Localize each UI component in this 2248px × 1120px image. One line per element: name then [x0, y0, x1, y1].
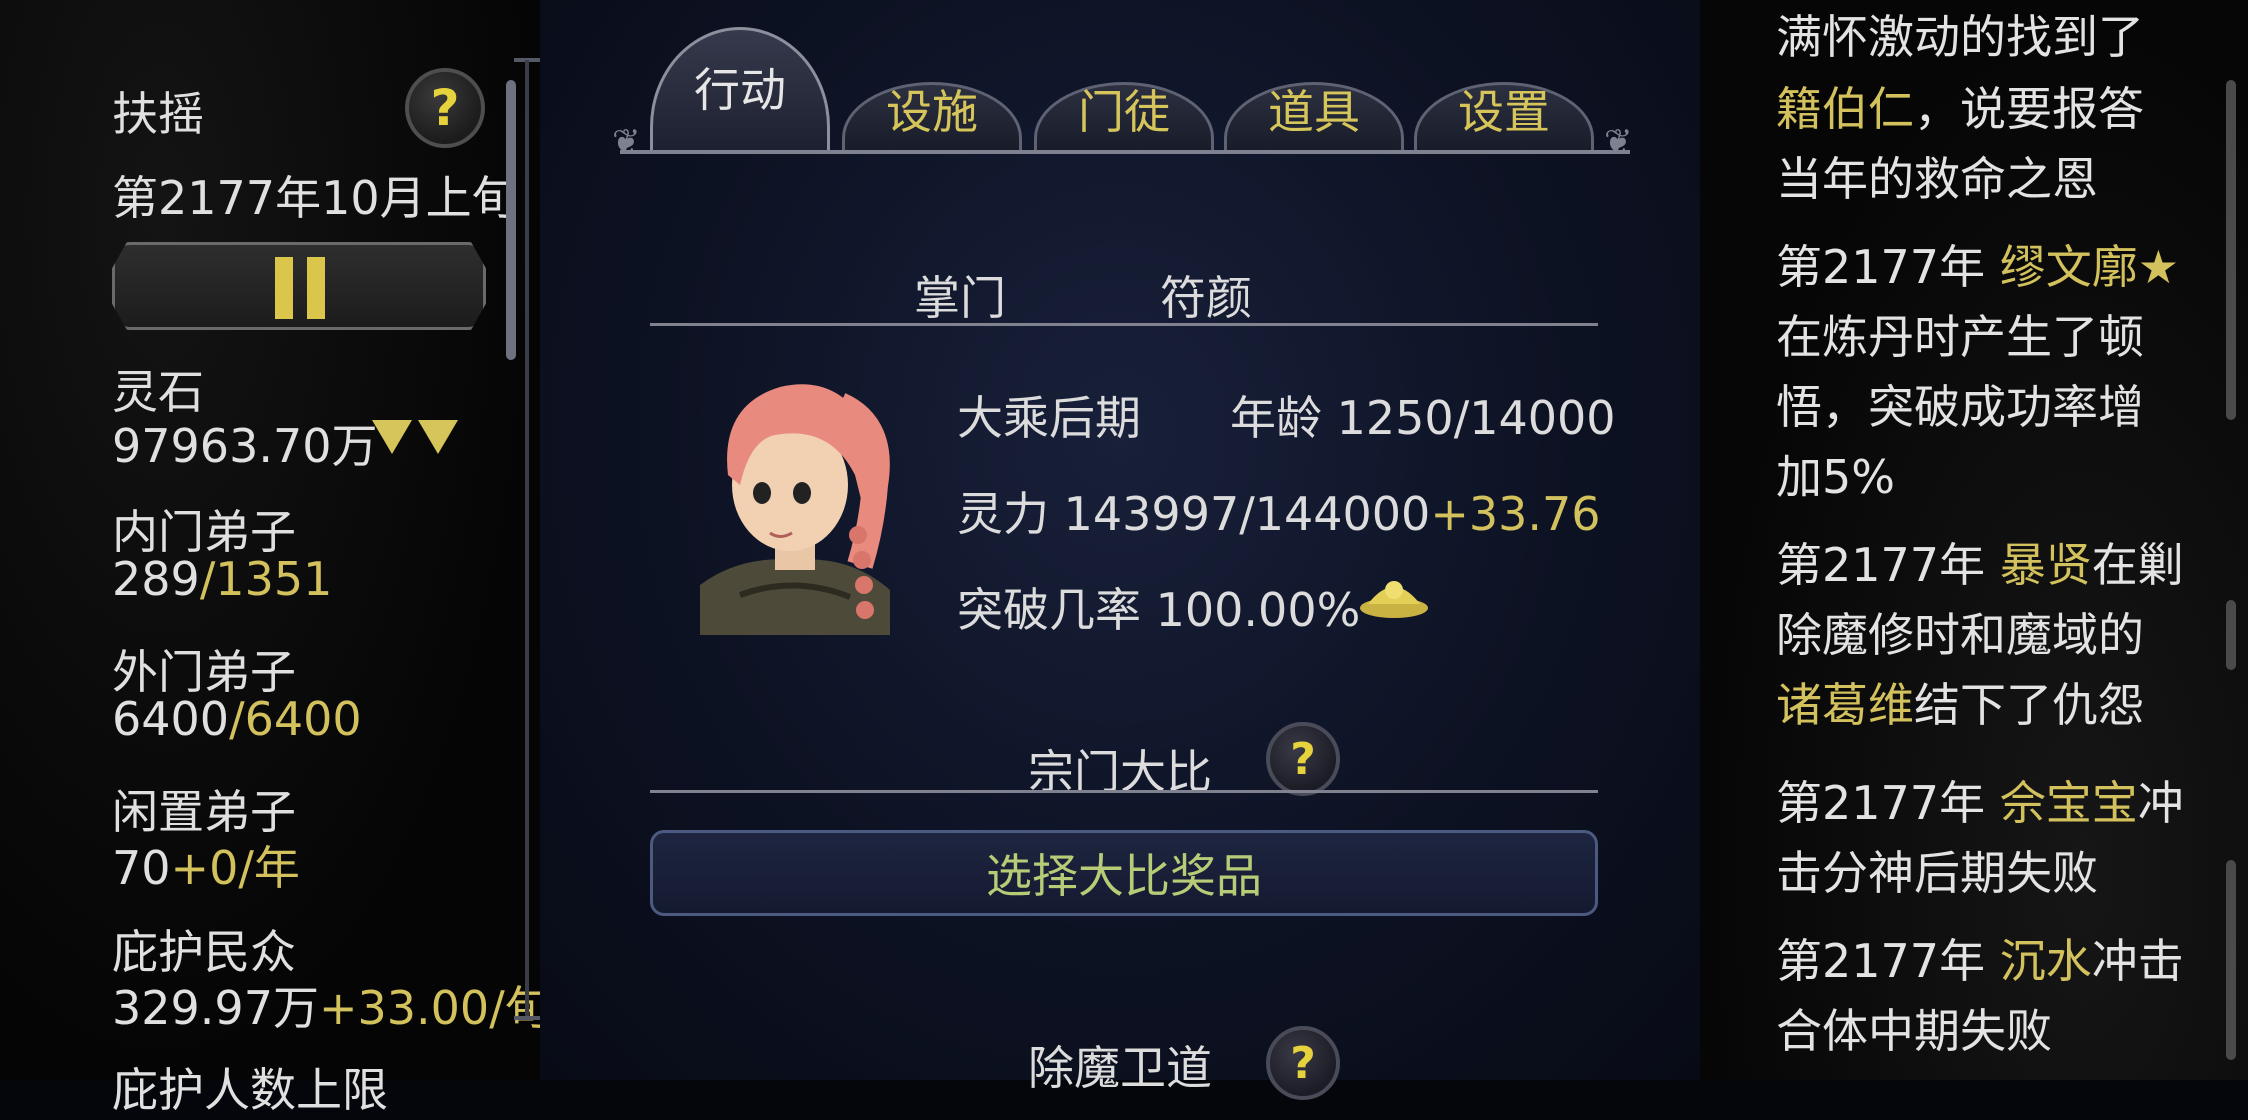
left-scroll-thumb[interactable]	[506, 80, 516, 360]
log-scroll-thumb[interactable]	[2226, 80, 2236, 420]
log-text: 冲	[2137, 776, 2184, 830]
idle-disciples-value: 70+0/年	[112, 841, 300, 895]
sect-help-button[interactable]: ?	[405, 68, 485, 148]
protected-people-value: 329.97万+33.00/旬	[112, 981, 551, 1035]
select-prize-button[interactable]: 选择大比奖品	[650, 830, 1598, 916]
log-text: 第2177年	[1776, 776, 2000, 830]
question-icon: ?	[430, 79, 460, 137]
log-line: 加5%	[1776, 454, 1895, 500]
outer-disciples-value: 6400/6400	[112, 692, 362, 746]
log-line: 第2177年 佘宝宝冲	[1776, 780, 2184, 826]
log-line: 悟，突破成功率增	[1776, 384, 2144, 430]
pause-icon	[275, 257, 293, 319]
left-scrollbar[interactable]	[525, 60, 529, 1020]
golden-lotus-icon[interactable]	[1356, 574, 1432, 622]
log-text: 第2177年	[1776, 934, 2000, 988]
leader-divider	[650, 323, 1598, 326]
tab-settings[interactable]: 设置	[1414, 62, 1594, 152]
disciple-name[interactable]: 佘宝宝	[2000, 776, 2138, 830]
sect-name: 扶摇	[112, 87, 204, 141]
question-icon: ?	[1290, 1037, 1316, 1089]
cultivation-realm: 大乘后期	[957, 391, 1141, 445]
pause-button[interactable]	[112, 242, 486, 330]
leader-name[interactable]: 符颜	[1160, 262, 1252, 328]
tournament-help-button[interactable]: ?	[1266, 722, 1340, 796]
log-line: 满怀激动的找到了	[1776, 14, 2144, 60]
tab-facilities[interactable]: 设施	[842, 62, 1022, 152]
log-text: 结下了仇怨	[1914, 678, 2144, 732]
log-line: 第2177年 缪文廓★	[1776, 244, 2179, 290]
decrease-trend-icon	[372, 420, 458, 454]
tab-bar-ornament-left: ❦	[612, 122, 641, 162]
log-line: 诸葛维结下了仇怨	[1776, 682, 2144, 728]
leader-age: 年龄 1250/14000	[1230, 391, 1616, 445]
breakthrough-chance: 突破几率 100.00%	[957, 583, 1361, 637]
tab-disciples[interactable]: 门徒	[1034, 62, 1214, 152]
demon-slaying-help-button[interactable]: ?	[1266, 1026, 1340, 1100]
log-text: 满怀激动的找到了	[1776, 10, 2144, 64]
tab-action[interactable]: 行动	[650, 27, 830, 152]
log-text: 当年的救命之恩	[1776, 152, 2098, 206]
log-text: 除魔修时和魔域的	[1776, 608, 2144, 662]
tournament-divider	[650, 790, 1598, 793]
spirit-stone-value: 97963.70万	[112, 419, 378, 473]
disciple-name[interactable]: 诸葛维	[1776, 678, 1914, 732]
log-text: 击分神后期失败	[1776, 846, 2098, 900]
log-line: 第2177年 暴贤在剿	[1776, 542, 2184, 588]
log-text: 加5%	[1776, 450, 1895, 504]
disciple-name[interactable]: 沉水	[2000, 934, 2092, 988]
leader-portrait[interactable]	[680, 365, 910, 635]
tab-bar-divider	[620, 150, 1630, 154]
disciple-name[interactable]: 籍伯仁	[1776, 82, 1914, 136]
log-text: 在炼丹时产生了顿	[1776, 310, 2144, 364]
log-text: ，说要报答	[1914, 82, 2144, 136]
log-line: 当年的救命之恩	[1776, 156, 2098, 202]
log-line: 籍伯仁，说要报答	[1776, 86, 2144, 132]
disciple-name[interactable]: 暴贤	[2000, 538, 2092, 592]
left-status-panel: 扶摇 ? 第2177年10月上旬 灵石 97963.70万 内门弟子 289/1…	[0, 0, 551, 1117]
protect-cap-label: 庇护人数上限	[112, 1063, 388, 1117]
log-line: 在炼丹时产生了顿	[1776, 314, 2144, 360]
log-text: 在剿	[2091, 538, 2184, 592]
log-text: 第2177年	[1776, 538, 2000, 592]
log-line: 合体中期失败	[1776, 1008, 2052, 1054]
disciple-name[interactable]: 缪文廓★	[2000, 240, 2179, 294]
tab-bar-ornament-right: ❦	[1604, 122, 1633, 162]
log-line: 击分神后期失败	[1776, 850, 2098, 896]
log-text: 悟，突破成功率增	[1776, 380, 2144, 434]
log-line: 除魔修时和魔域的	[1776, 612, 2144, 658]
log-text: 冲击	[2091, 934, 2184, 988]
log-line: 第2177年 沉水冲击	[1776, 938, 2184, 984]
tab-items[interactable]: 道具	[1224, 62, 1404, 152]
game-date: 第2177年10月上旬	[112, 171, 518, 225]
inner-disciples-value: 289/1351	[112, 552, 333, 606]
log-text: 第2177年	[1776, 240, 2000, 294]
log-text: 合体中期失败	[1776, 1004, 2052, 1058]
leader-title-label: 掌门	[914, 271, 1006, 325]
spiritual-power: 灵力 143997/144000+33.76	[957, 487, 1601, 541]
question-icon: ?	[1290, 733, 1316, 785]
demon-slaying-title: 除魔卫道	[1028, 1041, 1212, 1095]
